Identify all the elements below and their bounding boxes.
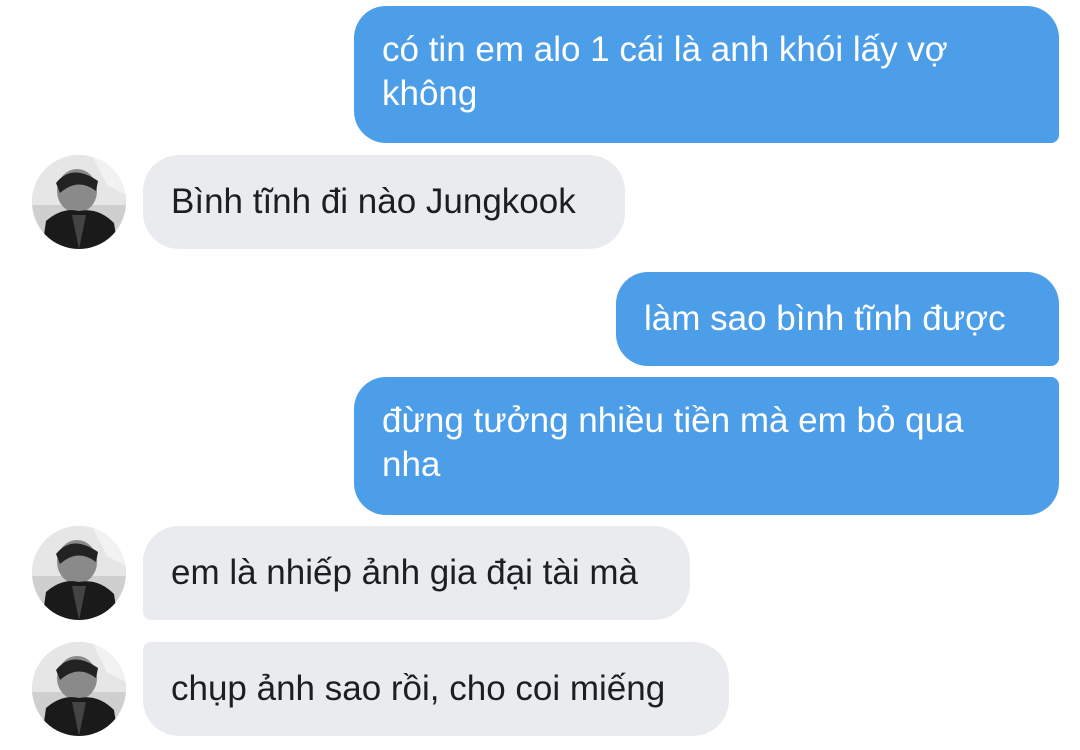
message-bubble-sent[interactable]: làm sao bình tĩnh được [616, 272, 1059, 366]
message-bubble-received[interactable]: Bình tĩnh đi nào Jungkook [143, 155, 625, 249]
contact-avatar-icon[interactable] [32, 526, 126, 620]
message-bubble-sent[interactable]: đừng tưởng nhiều tiền mà em bỏ qua nha [354, 377, 1059, 515]
message-text: em là nhiếp ảnh gia đại tài mà [171, 553, 638, 592]
contact-avatar-icon[interactable] [32, 155, 126, 249]
message-text: có tin em alo 1 cái là anh khói lấy vợ k… [382, 30, 948, 113]
contact-avatar-icon[interactable] [32, 642, 126, 736]
message-bubble-received[interactable]: chụp ảnh sao rồi, cho coi miếng [143, 642, 729, 736]
message-text: Bình tĩnh đi nào Jungkook [171, 182, 576, 221]
message-text: đừng tưởng nhiều tiền mà em bỏ qua nha [382, 401, 964, 484]
message-bubble-received[interactable]: em là nhiếp ảnh gia đại tài mà [143, 526, 690, 620]
message-text: chụp ảnh sao rồi, cho coi miếng [171, 669, 666, 708]
message-text: làm sao bình tĩnh được [644, 299, 1006, 338]
message-bubble-sent[interactable]: có tin em alo 1 cái là anh khói lấy vợ k… [354, 6, 1059, 143]
